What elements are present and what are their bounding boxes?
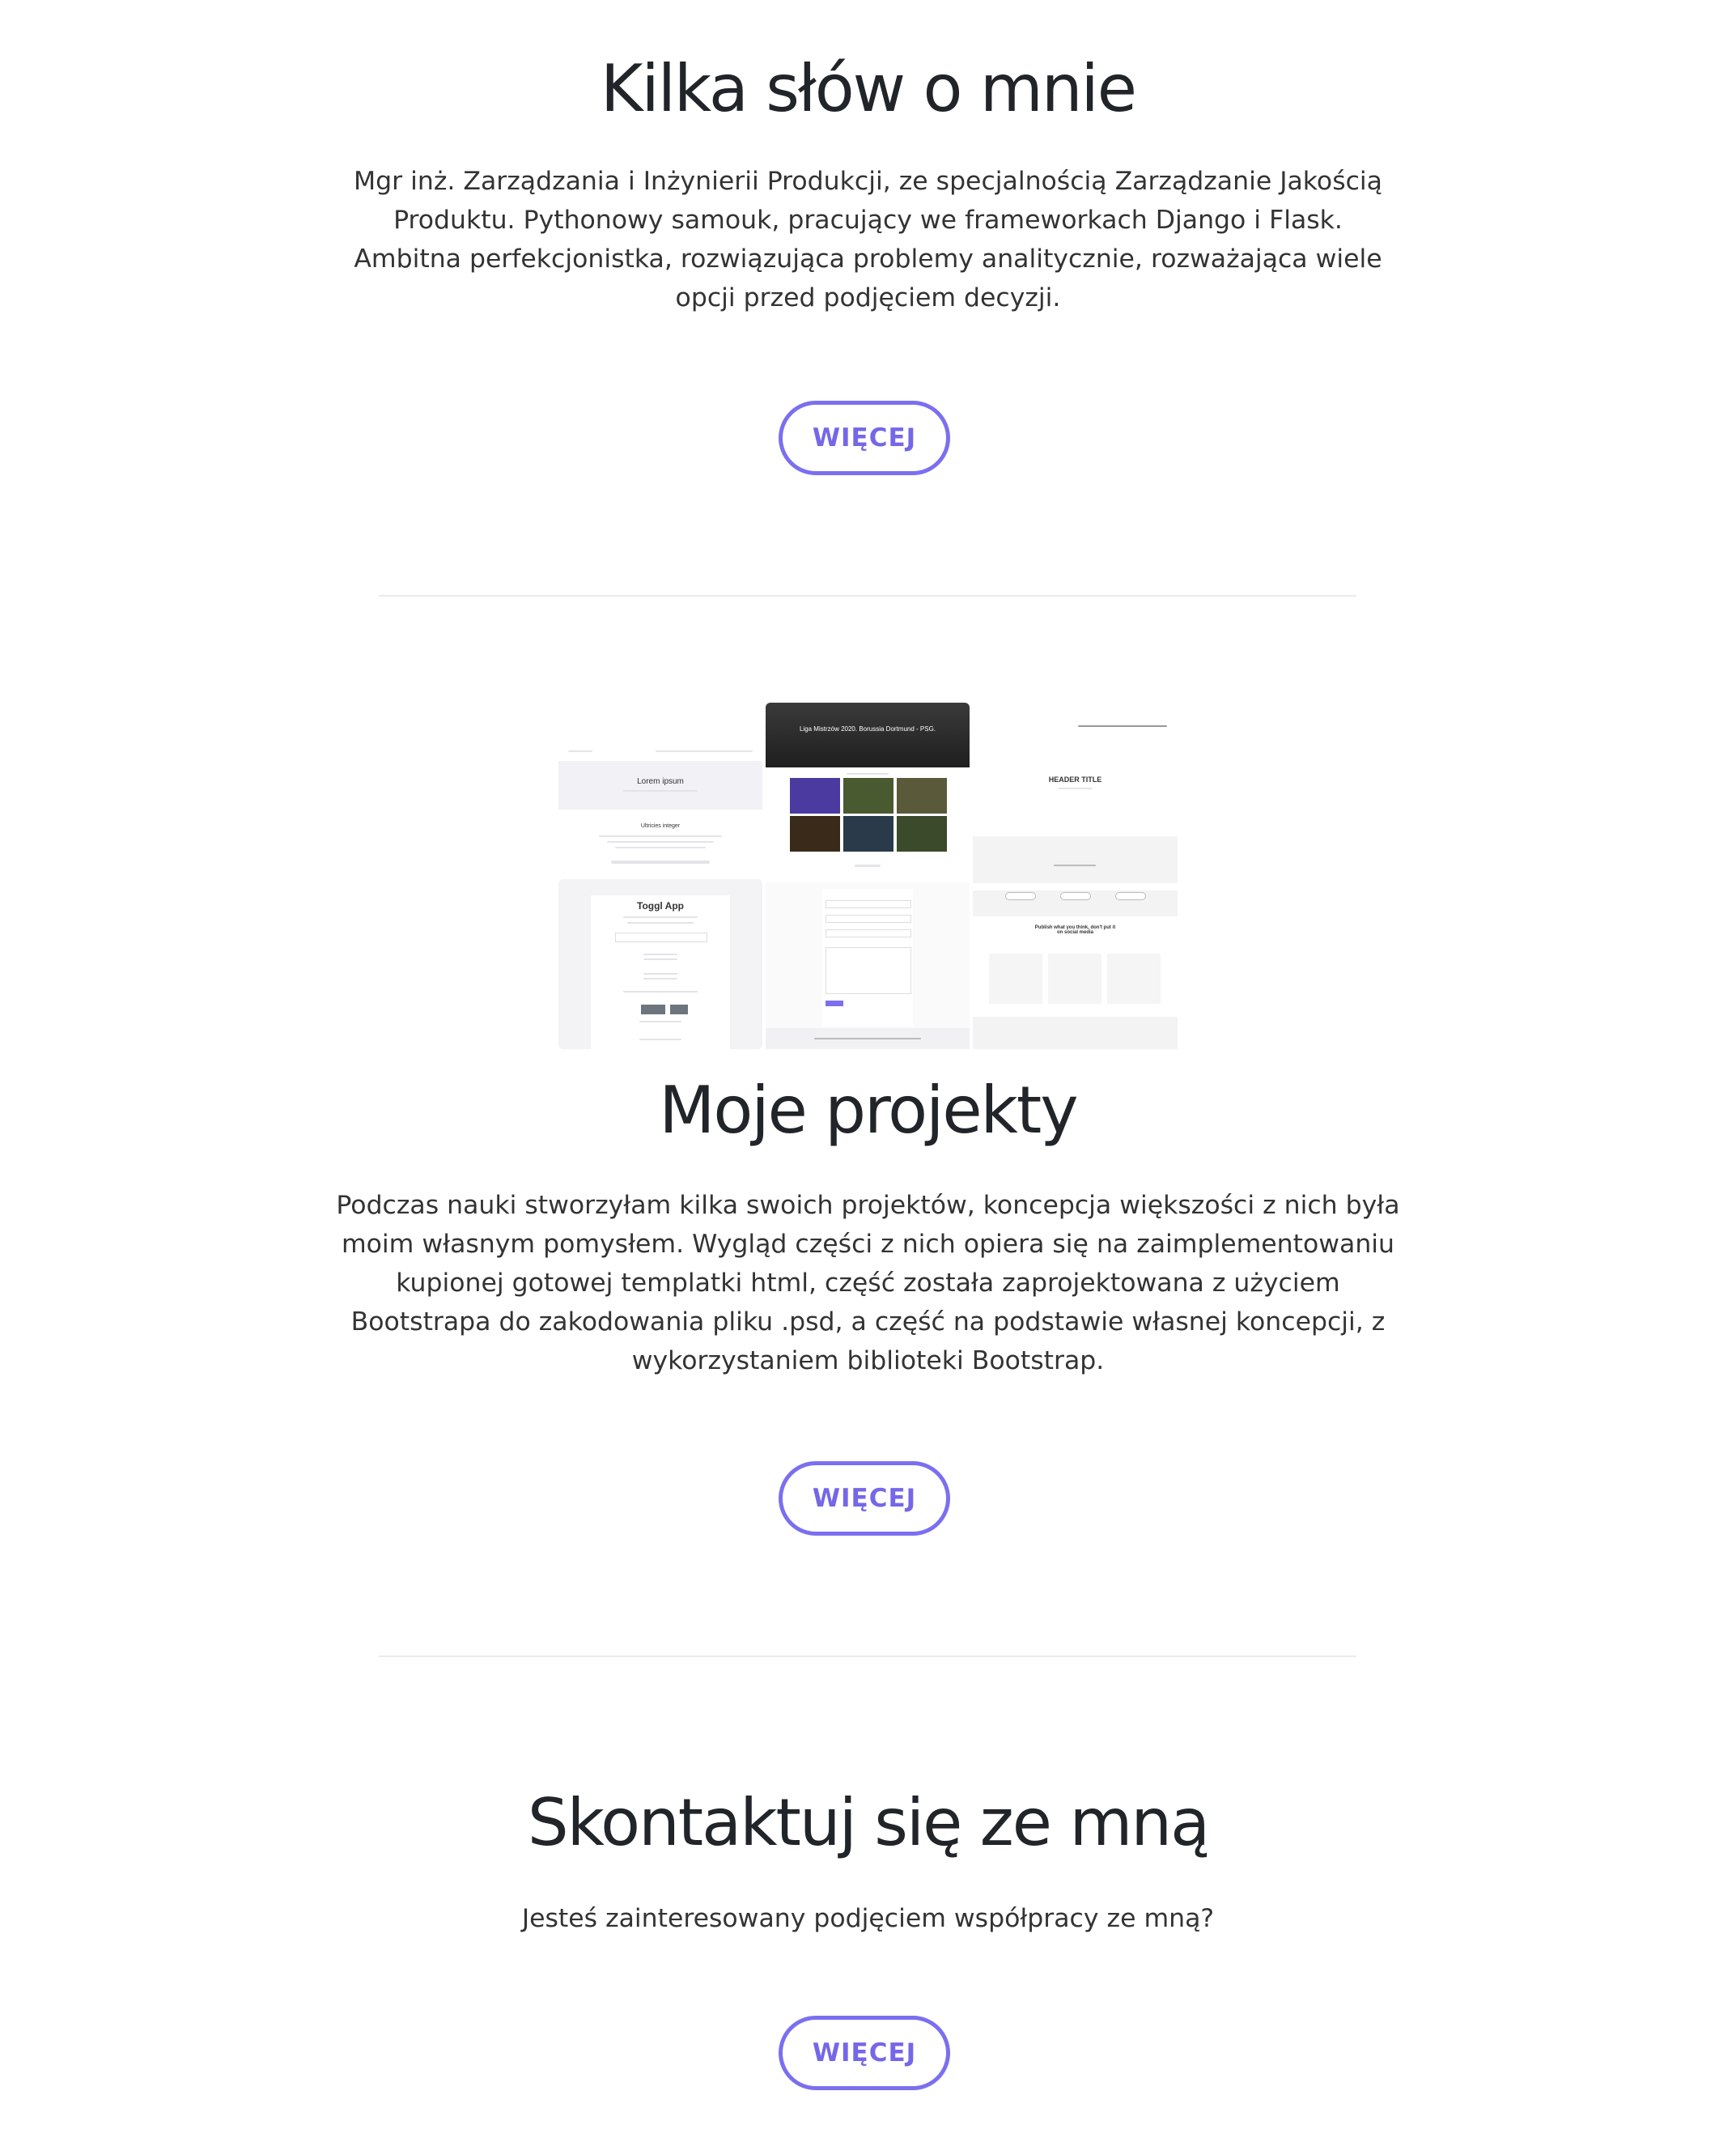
mini-header-title: HEADER TITLE [1048,776,1102,784]
projects-more-button[interactable]: WIĘCEJ [779,1461,950,1536]
projects-line: Bootstrapa do zakodowania pliku .psd, a … [350,1307,1386,1337]
projects-line: kupionej gotowej templatki html, część z… [396,1269,1340,1298]
mini-publish-text: Publish what you think, don't put it on … [1034,925,1116,935]
contact-text: Jesteś zainteresowany podjęciem współpra… [521,1904,1215,1933]
projects-description: Podczas nauki stworzyłam kilka swoich pr… [0,1186,1736,1380]
contact-title: Skontaktuj się ze mną [527,1785,1210,1860]
about-title: Kilka słów o mnie [601,51,1137,126]
mini-hero-title: Liga Mistrzów 2020. Borussia Dortmund - … [799,725,936,733]
about-section: Kilka słów o mnie Mgr inż. Zarządzania i… [0,0,1736,567]
project-screenshot-form [766,882,970,1049]
about-line: Mgr inż. Zarządzania i Inżynierii Produk… [354,167,1382,196]
mini-lorem-title: Lorem ipsum [637,777,684,786]
section-divider [379,1655,1356,1657]
projects-line: wykorzystaniem biblioteki Bootstrap. [631,1346,1105,1375]
about-line: Ambitna perfekcjonistka, rozwiązująca pr… [354,244,1382,274]
contact-more-button[interactable]: WIĘCEJ [779,2016,950,2090]
projects-line: Podczas nauki stworzyłam kilka swoich pr… [336,1191,1400,1220]
about-description: Mgr inż. Zarządzania i Inżynierii Produk… [0,162,1736,317]
about-line: Produktu. Pythonowy samouk, pracujący we… [393,206,1343,235]
section-divider [379,595,1356,597]
projects-line: moim własnym pomysłem. Wygląd części z n… [341,1230,1395,1259]
projects-title: Moje projekty [659,1073,1078,1148]
project-screenshot-header: HEADER TITLE Publish what you think, don… [973,719,1178,1049]
mini-lorem-sub: Ultricies integer [640,823,681,829]
project-screenshot-lorem: Lorem ipsum Ultricies integer [558,743,762,877]
about-line: opcji przed podjęciem decyzji. [675,283,1061,312]
project-screenshot-football: Liga Mistrzów 2020. Borussia Dortmund - … [766,703,970,873]
mini-toggl-title: Toggl App [637,900,684,912]
about-more-button[interactable]: WIĘCEJ [779,401,950,475]
project-screenshot-toggl: Toggl App [558,879,762,1049]
projects-collage-image: Lorem ipsum Ultricies integer Toggl App … [558,703,1178,1049]
